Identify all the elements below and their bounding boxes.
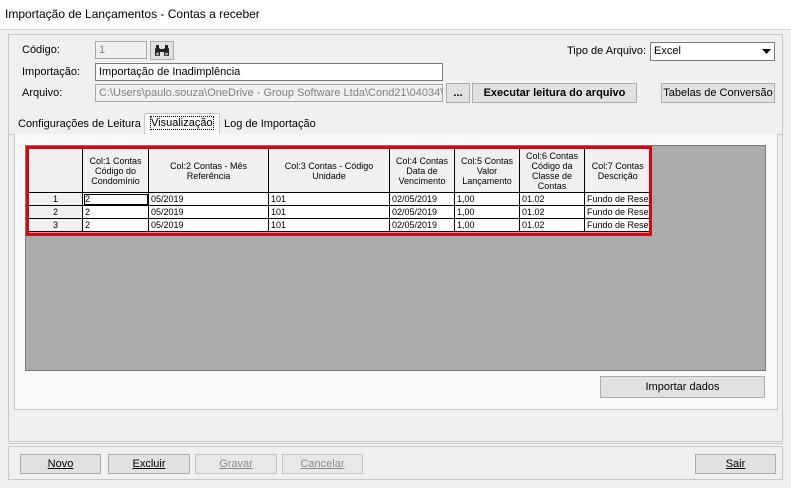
tipo-arquivo-label: Tipo de Arquivo: — [567, 45, 647, 57]
arquivo-field[interactable]: C:\Users\paulo.souza\OneDrive - Group So… — [95, 84, 443, 102]
grid-cell[interactable]: 05/2019 — [148, 218, 269, 232]
cancelar-button-label: Cancelar — [300, 458, 345, 470]
row-number: 2 — [28, 205, 83, 219]
grid-cell[interactable]: 01.02 — [519, 218, 585, 232]
tabelas-conversao-button[interactable]: Tabelas de Conversão — [661, 83, 775, 103]
column-header[interactable]: Col:5 Contas Valor Lançamento — [454, 148, 520, 193]
title-bar: Importação de Lançamentos - Contas a rec… — [0, 0, 791, 30]
grid-cell[interactable]: 101 — [268, 192, 390, 206]
table-row[interactable]: 3 2 05/2019 101 02/05/2019 1,00 01.02 Fu… — [28, 218, 652, 232]
tab-visualizacao[interactable]: Visualização — [144, 113, 220, 135]
tab-configuracoes-leitura-label: Configurações de Leitura — [18, 118, 141, 130]
sair-button[interactable]: Sair — [695, 454, 776, 474]
window-title: Importação de Lançamentos - Contas a rec… — [5, 7, 260, 21]
importar-dados-button[interactable]: Importar dados — [600, 376, 765, 398]
data-grid[interactable]: Col:1 Contas Código do Condomínio Col:2 … — [28, 148, 652, 232]
footer-separator — [8, 443, 783, 444]
tab-configuracoes-leitura[interactable]: Configurações de Leitura — [12, 115, 147, 135]
importacao-field[interactable]: Importação de Inadimplência — [95, 63, 443, 81]
column-header[interactable]: Col:4 Contas Data de Vencimento — [389, 148, 455, 193]
grid-cell[interactable]: 05/2019 — [148, 192, 269, 206]
importacao-label: Importação: — [22, 66, 81, 78]
column-header[interactable]: Col:1 Contas Código do Condomínio — [82, 148, 149, 193]
grid-cell[interactable]: 05/2019 — [148, 205, 269, 219]
excluir-button-label: Excluir — [132, 458, 166, 470]
column-header[interactable]: Col:2 Contas - Mês Referência — [148, 148, 269, 193]
novo-button[interactable]: Novo — [20, 454, 101, 474]
cancelar-button[interactable]: Cancelar — [282, 454, 363, 474]
arquivo-label: Arquivo: — [22, 87, 63, 99]
gravar-button-label: Gravar — [219, 458, 253, 470]
sair-button-label: Sair — [725, 458, 746, 470]
grid-cell[interactable]: 01.02 — [519, 205, 585, 219]
grid-cell[interactable]: Fundo de Rese — [584, 192, 652, 206]
tab-log-importacao[interactable]: Log de Importação — [218, 115, 322, 135]
table-row[interactable]: 1 2 05/2019 101 02/05/2019 1,00 01.02 Fu… — [28, 192, 652, 206]
grid-cell[interactable]: Fundo de Rese — [584, 218, 652, 232]
row-number: 1 — [28, 192, 83, 206]
grid-header-row: Col:1 Contas Código do Condomínio Col:2 … — [28, 148, 652, 193]
executar-leitura-button[interactable]: Executar leitura do arquivo — [472, 83, 637, 103]
grid-cell[interactable]: 2 — [82, 205, 149, 219]
row-number: 3 — [28, 218, 83, 232]
tab-log-importacao-label: Log de Importação — [224, 118, 316, 130]
tab-visualizacao-label: Visualização — [150, 116, 214, 130]
novo-button-label: Novo — [47, 458, 74, 470]
grid-cell[interactable]: 2 — [82, 218, 149, 232]
grid-cell[interactable]: 1,00 — [454, 192, 520, 206]
column-header[interactable]: Col:7 Contas Descrição — [584, 148, 652, 193]
grid-cell[interactable]: 01.02 — [519, 192, 585, 206]
tipo-arquivo-select[interactable]: Excel — [650, 42, 775, 61]
codigo-field[interactable]: 1 — [95, 41, 147, 59]
grid-cell[interactable]: 101 — [268, 218, 390, 232]
excluir-button[interactable]: Excluir — [108, 454, 190, 474]
grid-cell[interactable]: 1,00 — [454, 205, 520, 219]
grid-cell[interactable]: 02/05/2019 — [389, 192, 455, 206]
column-header[interactable]: Col:6 Contas Código da Classe de Contas — [519, 148, 585, 193]
tipo-arquivo-value: Excel — [654, 45, 681, 57]
grid-cell[interactable]: Fundo de Rese — [584, 205, 652, 219]
grid-cell[interactable]: 02/05/2019 — [389, 205, 455, 219]
grid-cell[interactable]: 101 — [268, 205, 390, 219]
grid-cell[interactable]: 1,00 — [454, 218, 520, 232]
table-row[interactable]: 2 2 05/2019 101 02/05/2019 1,00 01.02 Fu… — [28, 205, 652, 219]
chevron-down-icon[interactable] — [758, 43, 774, 60]
browse-button[interactable]: ... — [446, 83, 470, 103]
search-button[interactable] — [150, 41, 174, 60]
binoculars-icon — [155, 44, 169, 56]
gravar-button[interactable]: Gravar — [195, 454, 277, 474]
column-header[interactable]: Col:3 Contas - Código Unidade — [268, 148, 390, 193]
codigo-label: Código: — [22, 44, 60, 56]
grid-cell[interactable]: 02/05/2019 — [389, 218, 455, 232]
grid-cell[interactable]: 2 — [82, 192, 149, 206]
grid-corner-cell — [28, 148, 83, 193]
